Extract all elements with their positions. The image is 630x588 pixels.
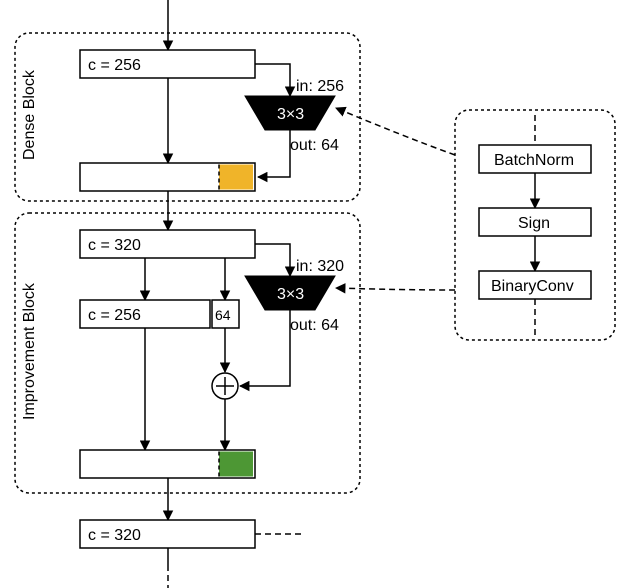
dense-block-title: Dense Block [21, 69, 38, 160]
imp-split-256-label: c = 256 [88, 307, 141, 324]
dense-conv-to-concat [258, 130, 290, 177]
architecture-diagram: Dense Block c = 256 3×3 in: 256 out: 64 … [0, 0, 630, 588]
dense-conv-kernel: 3×3 [277, 106, 304, 123]
dense-c-in-label: c = 256 [88, 57, 141, 74]
dense-concat-new-slice [219, 165, 253, 190]
imp-concat-refined-slice [219, 452, 253, 477]
detail-sign-label: Sign [518, 215, 550, 232]
detail-bconv-label: BinaryConv [491, 278, 574, 295]
dense-conv-out: out: 64 [290, 137, 339, 154]
imp-conv-kernel: 3×3 [277, 286, 304, 303]
imp-conv-in: in: 320 [296, 258, 344, 275]
imp-conv-out: out: 64 [290, 317, 339, 334]
arrow-conv-to-plus [240, 310, 290, 386]
final-c-label: c = 320 [88, 527, 141, 544]
imp-branch-to-conv [255, 244, 290, 276]
callout-imp-conv [336, 288, 455, 290]
imp-split-64-label: 64 [215, 307, 231, 323]
improvement-block-title: Improvement Block [21, 282, 38, 420]
dense-branch-to-conv [255, 64, 290, 96]
dense-conv-in: in: 256 [296, 78, 344, 95]
detail-bn-label: BatchNorm [494, 152, 574, 169]
callout-dense-conv [336, 108, 455, 155]
imp-c-in-label: c = 320 [88, 237, 141, 254]
